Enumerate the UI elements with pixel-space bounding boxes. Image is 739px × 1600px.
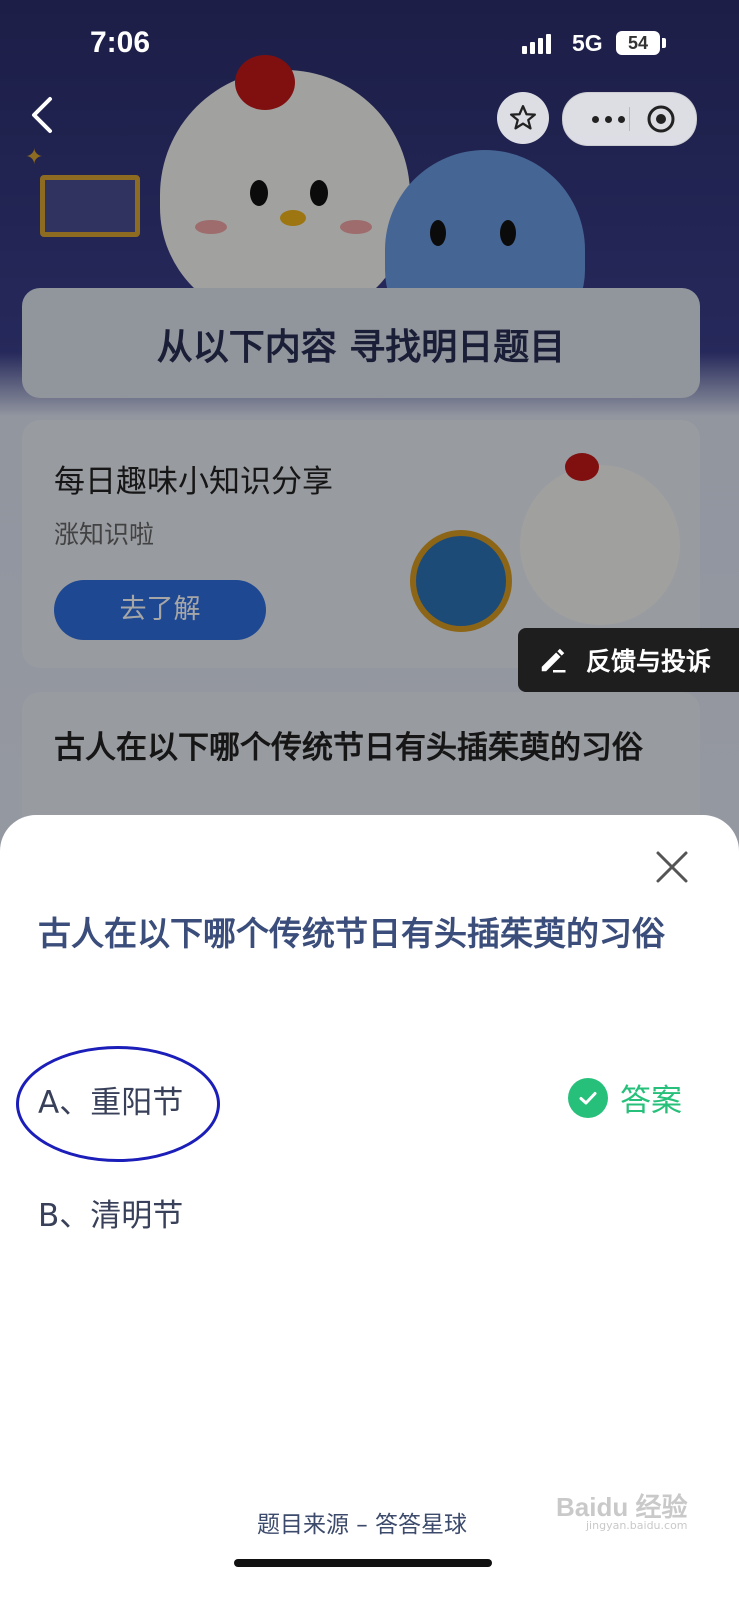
answer-label: 答案 (620, 1083, 682, 1119)
mini-program-capsule (562, 92, 697, 146)
chevron-left-icon (32, 97, 52, 133)
more-dot-icon (591, 115, 599, 123)
home-indicator[interactable] (234, 1559, 492, 1567)
option-a[interactable]: A、重阳节 (38, 1077, 183, 1122)
star-icon (510, 105, 536, 130)
back-button[interactable] (28, 95, 68, 139)
feedback-button[interactable]: 反馈与投诉 (518, 628, 739, 692)
baidu-watermark-url: jingyan.baidu.com (586, 1519, 688, 1532)
close-icon[interactable] (654, 849, 690, 885)
feedback-label: 反馈与投诉 (586, 647, 712, 676)
edit-pencil-icon (541, 648, 566, 673)
favorite-button[interactable] (497, 92, 549, 144)
signal-icon (522, 34, 551, 54)
close-miniprogram-icon[interactable] (645, 103, 677, 135)
option-b[interactable]: B、清明节 (38, 1190, 183, 1235)
battery-tip (662, 38, 666, 48)
status-bar: 7:06 5G 54 (0, 0, 739, 88)
sheet-question: 古人在以下哪个传统节日有头插茱萸的习俗 (38, 914, 665, 953)
battery-icon: 54 (616, 31, 660, 55)
answer-sheet: 古人在以下哪个传统节日有头插茱萸的习俗 A、重阳节 答案 B、清明节 题目来源 … (0, 815, 739, 1600)
check-icon (568, 1077, 608, 1118)
network-type: 5G (572, 30, 603, 56)
more-dot-icon (617, 115, 625, 123)
more-button[interactable] (585, 101, 631, 137)
capsule-divider (629, 107, 630, 131)
more-dot-icon (604, 115, 612, 123)
status-time: 7:06 (90, 26, 151, 59)
answer-indicator: 答案 (568, 1075, 682, 1120)
